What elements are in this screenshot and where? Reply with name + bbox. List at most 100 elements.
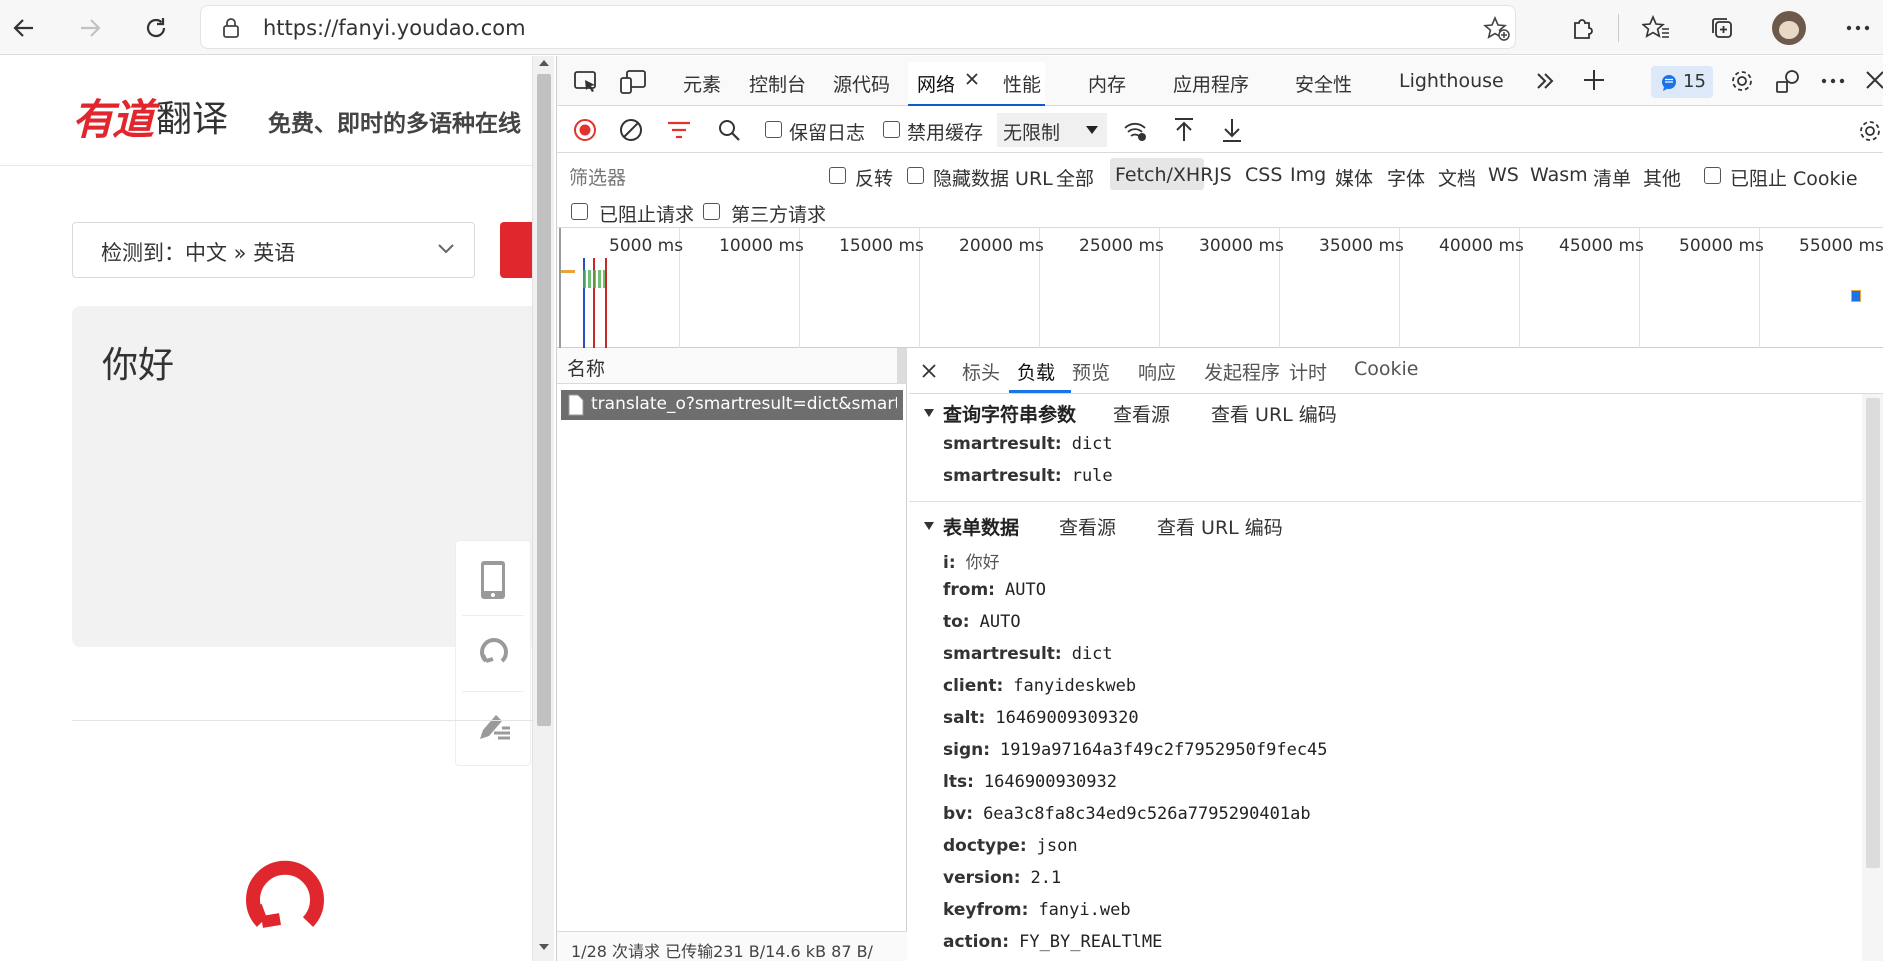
third-party-checkbox[interactable] <box>703 203 720 220</box>
export-har-icon[interactable] <box>1221 117 1243 143</box>
filter-manifest[interactable]: 清单 <box>1593 164 1631 191</box>
detail-scrollbar[interactable] <box>1862 394 1883 961</box>
filter-img[interactable]: Img <box>1290 164 1326 186</box>
form-data-title[interactable]: 表单数据 <box>943 513 1019 540</box>
network-conditions-icon[interactable] <box>1123 119 1149 143</box>
scroll-up-icon[interactable] <box>538 58 550 68</box>
settings-gear-icon[interactable] <box>1729 68 1755 94</box>
collapse-triangle-icon[interactable] <box>923 521 935 531</box>
query-view-url-encoded-link[interactable]: 查看 URL 编码 <box>1211 400 1337 427</box>
inspect-element-icon[interactable] <box>573 70 599 94</box>
feedback-icon[interactable] <box>477 633 511 667</box>
network-settings-icon[interactable] <box>1857 118 1883 144</box>
import-har-icon[interactable] <box>1173 117 1195 143</box>
filter-media[interactable]: 媒体 <box>1335 164 1373 191</box>
more-menu-icon[interactable] <box>1838 8 1878 48</box>
filter-input[interactable]: 筛选器 <box>567 160 807 190</box>
filter-all[interactable]: 全部 <box>1056 164 1094 191</box>
tab-network[interactable]: 网络 <box>917 70 955 97</box>
tab-initiator[interactable]: 发起程序 <box>1204 358 1280 385</box>
collapse-triangle-icon[interactable] <box>923 408 935 418</box>
collections-icon[interactable] <box>1702 8 1742 48</box>
filter-other[interactable]: 其他 <box>1643 164 1681 191</box>
invert-checkbox[interactable] <box>829 167 846 184</box>
favorites-icon[interactable] <box>1636 8 1676 48</box>
device-emulation-icon[interactable] <box>619 69 647 95</box>
hide-data-url-checkbox[interactable] <box>907 167 924 184</box>
language-select[interactable]: 检测到：中文 » 英语 <box>72 222 475 278</box>
tab-security[interactable]: 安全性 <box>1295 70 1352 97</box>
tab-lighthouse[interactable]: Lighthouse <box>1399 70 1504 92</box>
close-devtools-icon[interactable] <box>1865 70 1883 90</box>
form-param-row: action: FY_BY_REALTlME <box>943 932 1162 952</box>
page-scrollbar[interactable] <box>532 56 554 961</box>
query-params-title[interactable]: 查询字符串参数 <box>943 400 1076 427</box>
throttling-select[interactable]: 无限制 <box>997 113 1107 147</box>
tab-application[interactable]: 应用程序 <box>1173 70 1249 97</box>
forward-icon[interactable] <box>70 8 110 48</box>
url-text[interactable]: https://fanyi.youdao.com <box>263 16 526 40</box>
connect-device-icon[interactable] <box>1775 68 1801 94</box>
search-icon[interactable] <box>717 118 741 142</box>
translate-button[interactable] <box>500 222 532 278</box>
tab-payload[interactable]: 负载 <box>1017 358 1055 385</box>
form-view-url-encoded-link[interactable]: 查看 URL 编码 <box>1157 513 1283 540</box>
tab-memory[interactable]: 内存 <box>1088 70 1126 97</box>
preserve-log-checkbox[interactable] <box>765 121 782 138</box>
clear-icon[interactable] <box>619 118 643 142</box>
form-param-row: client: fanyideskweb <box>943 676 1136 696</box>
tab-performance[interactable]: 性能 <box>1003 70 1041 97</box>
section-divider <box>909 501 1862 502</box>
param-key: smartresult: <box>943 466 1062 486</box>
tab-response[interactable]: 响应 <box>1138 358 1176 385</box>
edit-icon[interactable] <box>476 709 512 743</box>
customize-menu-icon[interactable] <box>1821 78 1845 84</box>
form-param-row: bv: 6ea3c8fa8c34ed9c526a7795290401ab <box>943 804 1311 824</box>
blocked-cookies-checkbox[interactable] <box>1704 167 1721 184</box>
tab-elements[interactable]: 元素 <box>683 70 721 97</box>
lock-icon[interactable] <box>221 17 241 39</box>
more-tabs-icon[interactable] <box>1535 72 1555 90</box>
filter-wasm[interactable]: Wasm <box>1530 164 1588 186</box>
filter-icon[interactable] <box>667 120 691 140</box>
tab-cookies[interactable]: Cookie <box>1354 358 1419 380</box>
mobile-icon[interactable] <box>479 559 507 601</box>
issues-badge[interactable]: 15 <box>1651 66 1713 98</box>
preserve-log-label: 保留日志 <box>789 122 866 144</box>
record-stop-icon[interactable] <box>573 118 597 142</box>
tab-preview[interactable]: 预览 <box>1072 358 1110 385</box>
column-resize-handle[interactable] <box>897 348 907 384</box>
filter-js[interactable]: JS <box>1214 164 1232 186</box>
address-bar[interactable]: https://fanyi.youdao.com <box>200 5 1516 49</box>
filter-font[interactable]: 字体 <box>1387 164 1425 191</box>
profile-avatar[interactable] <box>1772 11 1806 45</box>
youdao-logo[interactable]: 有道 <box>72 86 154 147</box>
detail-scrollbar-thumb[interactable] <box>1866 398 1880 868</box>
add-tab-icon[interactable] <box>1583 69 1605 91</box>
tab-headers[interactable]: 标头 <box>962 358 1000 385</box>
refresh-icon[interactable] <box>136 8 176 48</box>
close-tab-icon[interactable] <box>965 72 979 86</box>
form-param-row: smartresult: dict <box>943 644 1113 664</box>
add-favorite-icon[interactable] <box>1483 16 1511 42</box>
disable-cache-checkbox[interactable] <box>883 121 900 138</box>
tab-sources[interactable]: 源代码 <box>833 70 890 97</box>
form-view-source-link[interactable]: 查看源 <box>1059 513 1116 540</box>
form-param-row: version: 2.1 <box>943 868 1061 888</box>
request-row-selected[interactable]: translate_o?smartresult=dict&smartr... <box>561 390 903 420</box>
close-detail-icon[interactable] <box>921 363 937 379</box>
filter-css[interactable]: CSS <box>1245 164 1282 186</box>
filter-doc[interactable]: 文档 <box>1438 164 1476 191</box>
back-icon[interactable] <box>4 8 44 48</box>
network-timeline-overview[interactable]: 5000 ms 10000 ms 15000 ms 20000 ms 25000… <box>557 228 1883 348</box>
tab-timing[interactable]: 计时 <box>1289 358 1327 385</box>
filter-fetch-xhr[interactable]: Fetch/XHR <box>1115 164 1213 186</box>
scroll-down-icon[interactable] <box>538 942 550 952</box>
page-scrollbar-thumb[interactable] <box>537 74 551 726</box>
column-name[interactable]: 名称 <box>567 354 605 381</box>
filter-ws[interactable]: WS <box>1488 164 1519 186</box>
extensions-icon[interactable] <box>1562 8 1602 48</box>
query-view-source-link[interactable]: 查看源 <box>1113 400 1170 427</box>
blocked-requests-checkbox[interactable] <box>571 203 588 220</box>
tab-console[interactable]: 控制台 <box>749 70 806 97</box>
